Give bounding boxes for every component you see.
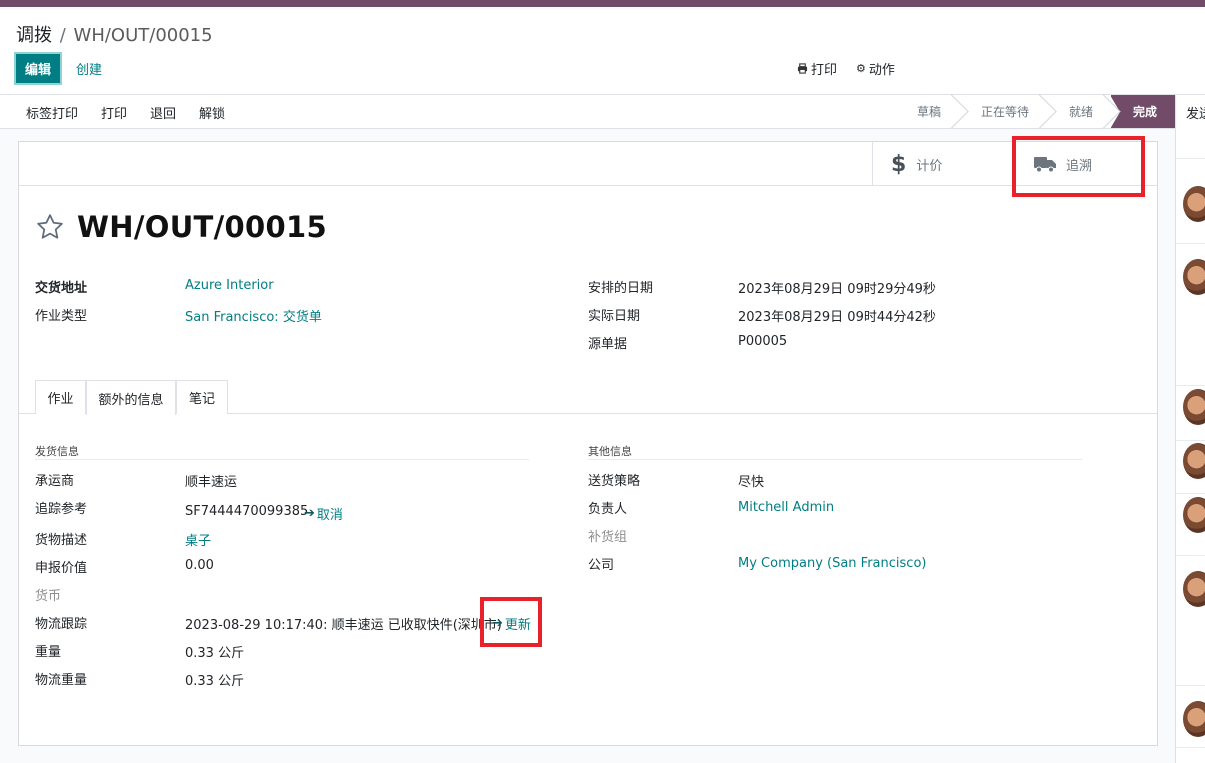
weight-label: 重量 <box>35 645 62 660</box>
edit-button[interactable]: 编辑 <box>14 52 62 85</box>
goods-desc-label: 货物描述 <box>35 533 88 548</box>
delivery-address-label: 交货地址 <box>35 281 88 296</box>
stage-waiting[interactable]: 正在等待 <box>959 95 1047 128</box>
scheduled-date-field: 2023年08月29日 09时29分49秒 <box>738 282 936 297</box>
divider <box>1176 440 1205 441</box>
record-title: WH/OUT/00015 <box>35 210 327 244</box>
weight-field: 0.33 公斤 <box>185 646 245 661</box>
declared-value-field: 0.00 <box>185 558 214 573</box>
top-navbar <box>0 0 1205 7</box>
divider <box>1176 158 1205 159</box>
control-panel: 调拨 / WH/OUT/00015 编辑 创建 打印 ⚙ 动作 <box>0 7 1205 95</box>
responsible-label: 负责人 <box>588 502 628 517</box>
valuation-smart-button[interactable]: $ 计价 <box>872 142 1012 186</box>
divider <box>1176 493 1205 494</box>
divider <box>1176 555 1205 556</box>
form-sheet: $ 计价 追溯 WH/OUT/00015 交货地址 Azure Interior… <box>18 136 1158 746</box>
print-button[interactable]: 打印 <box>101 103 127 122</box>
breadcrumb-current: WH/OUT/00015 <box>73 25 213 46</box>
tracking-ref-field: SF7444470099385 <box>185 504 309 519</box>
divider <box>1176 685 1205 686</box>
tracking-ref-label: 追踪参考 <box>35 502 88 517</box>
record-name: WH/OUT/00015 <box>77 210 327 244</box>
divider <box>1176 385 1205 386</box>
return-button[interactable]: 退回 <box>150 103 176 122</box>
tab-operations[interactable]: 作业 <box>35 380 86 414</box>
avatar <box>1183 259 1205 295</box>
company-label: 公司 <box>588 558 615 573</box>
stage-draft[interactable]: 草稿 <box>895 95 959 128</box>
status-stages: 草稿 正在等待 就绪 完成 <box>895 95 1175 129</box>
policy-field: 尽快 <box>738 475 765 490</box>
scheduled-date-label: 安排的日期 <box>588 281 654 296</box>
tab-additional-info[interactable]: 额外的信息 <box>86 380 176 415</box>
avatar <box>1183 497 1205 533</box>
avatar <box>1183 701 1205 737</box>
unlock-button[interactable]: 解锁 <box>199 103 225 122</box>
operation-type-field[interactable]: San Francisco: 交货单 <box>185 306 322 325</box>
create-button[interactable]: 创建 <box>76 59 102 78</box>
avatar <box>1183 443 1205 479</box>
avatar <box>1183 186 1205 222</box>
print-menu-button[interactable]: 打印 <box>797 59 837 78</box>
breadcrumb-parent[interactable]: 调拨 <box>16 25 52 46</box>
declared-value-label: 申报价值 <box>35 561 88 576</box>
print-menu-label: 打印 <box>811 63 838 78</box>
procurement-group-label: 补货组 <box>588 530 628 545</box>
other-section-title: 其他信息 <box>588 445 632 458</box>
gear-icon: ⚙ <box>856 62 866 75</box>
responsible-field[interactable]: Mitchell Admin <box>738 500 834 515</box>
avatar <box>1183 571 1205 607</box>
logistics-label: 物流跟踪 <box>35 617 88 632</box>
carrier-label: 承运商 <box>35 474 75 489</box>
shipping-section-title: 发货信息 <box>35 445 79 458</box>
statusbar: 标签打印 打印 退回 解锁 草稿 正在等待 就绪 完成 <box>0 95 1175 129</box>
valuation-label: 计价 <box>916 158 943 174</box>
shipping-weight-label: 物流重量 <box>35 673 88 688</box>
shipping-weight-field: 0.33 公斤 <box>185 674 245 689</box>
star-icon[interactable] <box>35 212 65 242</box>
highlight-update <box>480 597 542 647</box>
label-print-button[interactable]: 标签打印 <box>26 103 78 122</box>
highlight-traceability <box>1012 136 1145 197</box>
origin-field: P00005 <box>738 334 788 349</box>
operation-type-label: 作业类型 <box>35 309 88 324</box>
tab-notes[interactable]: 笔记 <box>176 380 228 414</box>
action-menu-label: 动作 <box>868 63 895 78</box>
chatter-panel: 发送消息 <box>1175 95 1205 763</box>
origin-label: 源单据 <box>588 337 628 352</box>
divider <box>1176 243 1205 244</box>
carrier-field: 顺丰速运 <box>185 475 238 490</box>
divider <box>35 459 529 460</box>
divider <box>1176 747 1205 748</box>
avatar <box>1183 389 1205 425</box>
cancel-shipment-label: 取消 <box>316 508 343 523</box>
divider <box>588 459 1082 460</box>
notebook-tabs: 作业 额外的信息 笔记 <box>19 379 1157 415</box>
effective-date-label: 实际日期 <box>588 309 641 324</box>
logistics-field: 2023-08-29 10:17:40: 顺丰速运 已收取快件(深圳市) <box>185 618 502 633</box>
breadcrumb-separator: / <box>54 25 72 46</box>
delivery-address-field[interactable]: Azure Interior <box>185 278 274 293</box>
currency-label: 货币 <box>35 589 62 604</box>
arrow-right-icon: ➔ <box>304 506 315 521</box>
breadcrumb: 调拨 / WH/OUT/00015 <box>16 21 213 47</box>
printer-icon <box>797 63 808 74</box>
dollar-icon: $ <box>891 151 907 177</box>
policy-label: 送货策略 <box>588 474 641 489</box>
company-field[interactable]: My Company (San Francisco) <box>738 556 926 571</box>
effective-date-field: 2023年08月29日 09时44分42秒 <box>738 310 936 325</box>
send-message-button[interactable]: 发送消息 <box>1186 103 1205 122</box>
action-menu-button[interactable]: ⚙ 动作 <box>856 59 895 78</box>
smart-button-box: $ 计价 追溯 <box>19 142 1157 186</box>
cancel-shipment-button[interactable]: ➔ 取消 <box>304 504 343 523</box>
goods-desc-field[interactable]: 桌子 <box>185 530 211 549</box>
